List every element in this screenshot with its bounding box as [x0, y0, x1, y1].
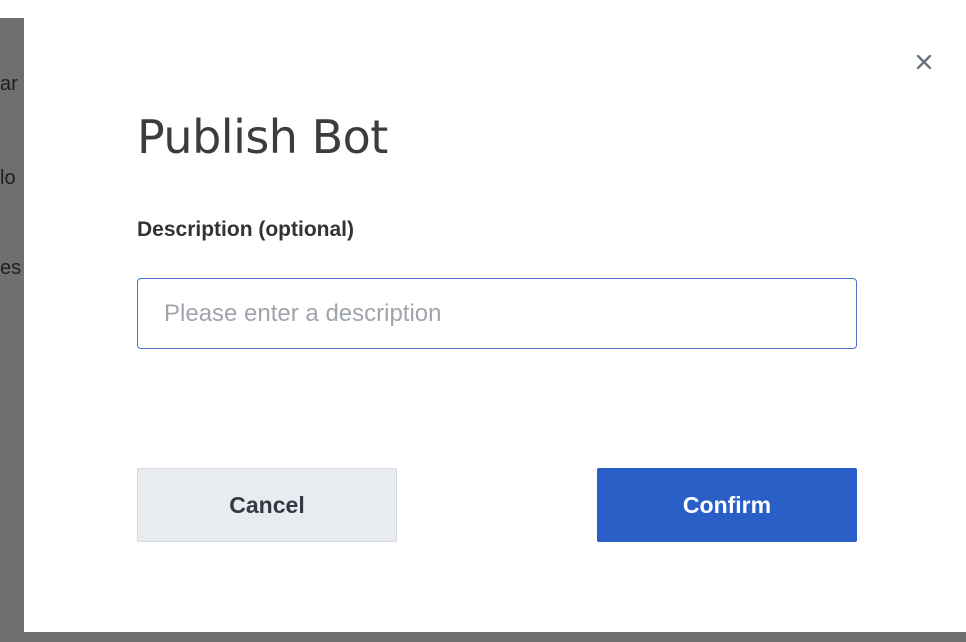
cancel-button[interactable]: Cancel — [137, 468, 397, 542]
backdrop-top-strip — [0, 0, 966, 18]
publish-bot-dialog: Publish Bot Description (optional) Cance… — [24, 18, 966, 632]
close-icon — [915, 53, 933, 71]
backdrop-text-fragment: lo — [0, 167, 16, 189]
backdrop-text-fragment: ar — [0, 73, 18, 95]
dialog-title: Publish Bot — [137, 110, 388, 164]
confirm-button[interactable]: Confirm — [597, 468, 857, 542]
close-button[interactable] — [910, 48, 938, 76]
description-label: Description (optional) — [137, 218, 354, 241]
backdrop-text-fragment: es — [0, 257, 22, 279]
description-input[interactable] — [137, 278, 857, 349]
